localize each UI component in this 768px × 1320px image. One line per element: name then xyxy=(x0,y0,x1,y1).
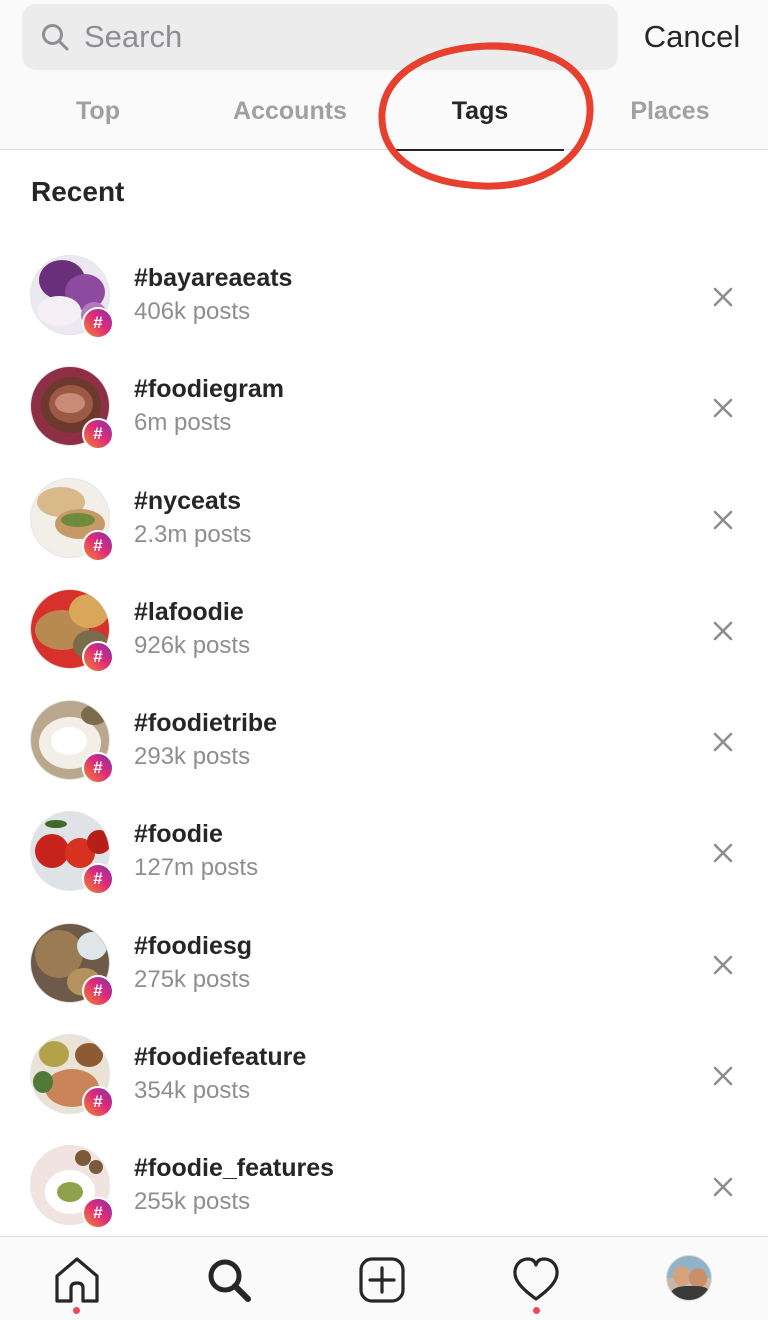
hashtag-badge-icon: # xyxy=(82,752,114,785)
nav-search[interactable] xyxy=(204,1255,254,1305)
notification-dot xyxy=(533,1307,540,1314)
tag-post-count: 127m posts xyxy=(134,854,259,882)
tag-thumbnail: # xyxy=(30,366,114,451)
tag-thumbnail: # xyxy=(30,1034,114,1119)
list-item[interactable]: # #lafoodie 926k posts xyxy=(0,574,768,685)
tag-thumbnail: # xyxy=(30,477,114,562)
close-icon[interactable] xyxy=(706,1059,740,1093)
hashtag-badge-icon: # xyxy=(82,529,114,562)
list-item[interactable]: # #nyceats 2.3m posts xyxy=(0,463,768,574)
list-item[interactable]: # #foodie 127m posts xyxy=(0,796,768,907)
hashtag-badge-icon: # xyxy=(82,307,114,339)
hashtag-badge-icon: # xyxy=(82,1197,114,1230)
tag-name: #foodiegram xyxy=(134,375,285,404)
tag-thumbnail: # xyxy=(30,255,114,339)
tag-name: #foodie_features xyxy=(134,1154,335,1183)
close-icon[interactable] xyxy=(706,614,740,648)
hashtag-badge-icon: # xyxy=(82,974,114,1007)
close-icon[interactable] xyxy=(706,836,740,870)
tab-accounts[interactable]: Accounts xyxy=(194,78,386,150)
tag-thumbnail: # xyxy=(30,811,114,896)
tag-name: #nyceats xyxy=(134,486,242,515)
tag-name: #lafoodie xyxy=(134,597,244,626)
search-icon xyxy=(42,24,69,51)
list-item[interactable]: # #foodiefeature 354k posts xyxy=(0,1019,768,1130)
close-icon[interactable] xyxy=(706,503,740,537)
search-input[interactable] xyxy=(84,4,604,70)
list-item[interactable]: # #foodiesg 275k posts xyxy=(0,908,768,1019)
tab-tags[interactable]: Tags xyxy=(384,78,576,151)
tag-name: #foodie xyxy=(134,820,223,849)
search-icon xyxy=(208,1259,251,1302)
recent-tags-list: # #bayareaeats 406k posts # #foodiegram … xyxy=(0,240,768,1242)
hashtag-badge-icon: # xyxy=(82,640,114,673)
nav-add-post[interactable] xyxy=(357,1255,407,1305)
tag-post-count: 406k posts xyxy=(134,298,251,325)
tag-name: #foodiesg xyxy=(134,931,253,960)
list-item[interactable]: # #foodie_features 255k posts xyxy=(0,1130,768,1241)
notification-dot xyxy=(73,1307,80,1314)
profile-avatar xyxy=(666,1255,712,1301)
nav-profile[interactable] xyxy=(666,1255,716,1305)
heart-icon xyxy=(513,1257,559,1301)
hashtag-badge-icon: # xyxy=(82,863,114,896)
tag-post-count: 255k posts xyxy=(134,1188,251,1216)
hashtag-badge-icon: # xyxy=(82,418,114,451)
search-bar[interactable] xyxy=(22,4,618,70)
tag-post-count: 2.3m posts xyxy=(134,520,252,548)
tag-name: #foodietribe xyxy=(134,709,278,738)
list-item[interactable]: # #foodietribe 293k posts xyxy=(0,685,768,796)
search-tabs: Top Accounts Tags Places xyxy=(0,78,768,151)
tag-thumbnail: # xyxy=(30,922,114,1007)
tag-post-count: 6m posts xyxy=(134,409,232,437)
search-header: Cancel Top Accounts Tags Places xyxy=(0,0,768,151)
close-icon[interactable] xyxy=(706,391,740,425)
close-icon[interactable] xyxy=(706,948,740,982)
bottom-tab-bar xyxy=(0,1236,768,1320)
tag-post-count: 926k posts xyxy=(134,631,251,659)
recent-heading: Recent xyxy=(31,176,125,207)
list-item[interactable]: # #foodiegram 6m posts xyxy=(0,351,768,462)
close-icon[interactable] xyxy=(706,725,740,759)
tag-post-count: 354k posts xyxy=(134,1077,251,1105)
tab-top[interactable]: Top xyxy=(2,78,194,150)
nav-home[interactable] xyxy=(52,1255,102,1314)
tag-name: #bayareaeats xyxy=(134,264,293,292)
instagram-search-screen: Cancel Top Accounts Tags Places Recent # xyxy=(0,0,768,1320)
hashtag-badge-icon: # xyxy=(82,1086,114,1119)
tag-name: #foodiefeature xyxy=(134,1043,307,1072)
tag-post-count: 275k posts xyxy=(134,965,251,993)
cancel-button[interactable]: Cancel xyxy=(630,4,754,70)
tag-post-count: 293k posts xyxy=(134,743,251,771)
home-icon xyxy=(55,1257,99,1303)
tag-thumbnail: # xyxy=(30,1145,114,1230)
nav-activity[interactable] xyxy=(511,1255,561,1314)
close-icon[interactable] xyxy=(706,280,740,314)
close-icon[interactable] xyxy=(706,1170,740,1204)
tag-thumbnail: # xyxy=(30,700,114,785)
list-item[interactable]: # #bayareaeats 406k posts xyxy=(0,240,768,351)
add-post-icon xyxy=(359,1257,405,1303)
tab-places[interactable]: Places xyxy=(574,78,766,150)
tag-thumbnail: # xyxy=(30,588,114,673)
